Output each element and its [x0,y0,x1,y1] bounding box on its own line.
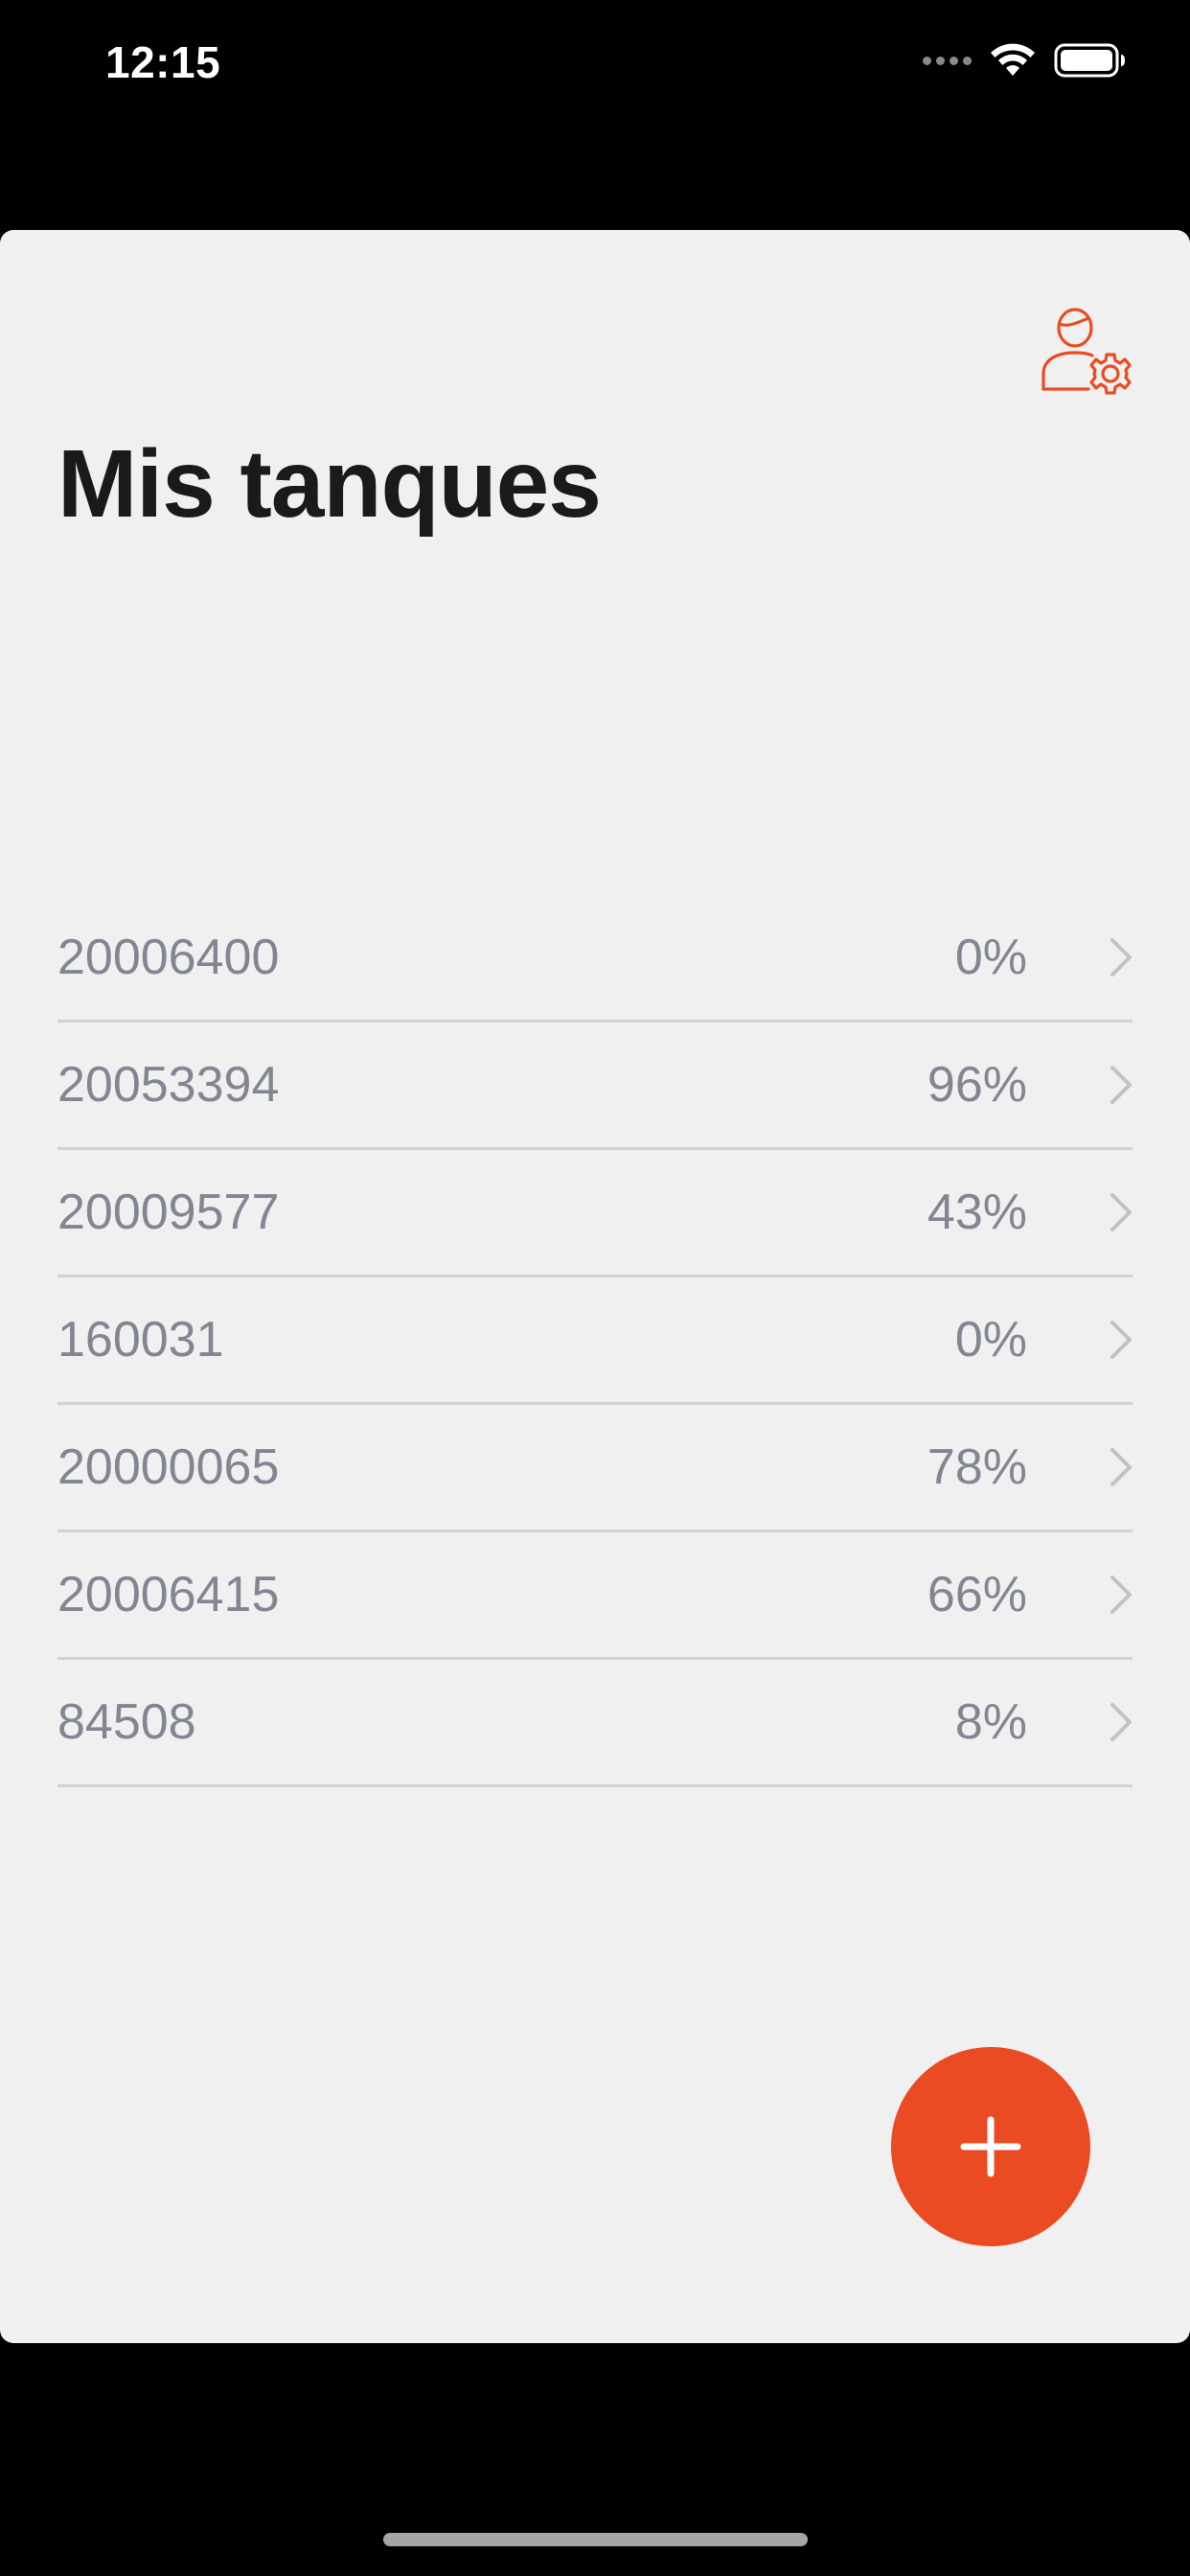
tank-id: 20000065 [57,1439,280,1495]
tank-row[interactable]: 20006400 0% [57,895,1133,1023]
wifi-icon [991,43,1035,76]
tank-level: 66% [927,1567,1027,1622]
chevron-right-icon [1110,1321,1132,1359]
tank-level: 96% [927,1057,1027,1113]
user-settings-icon [1041,308,1132,395]
chevron-right-icon [1110,1448,1132,1486]
home-indicator [383,2533,808,2546]
tank-row[interactable]: 20053394 96% [57,1023,1133,1150]
add-tank-button[interactable] [891,2047,1090,2246]
status-time: 12:15 [105,37,221,87]
battery-icon [1054,43,1125,78]
tank-level: 78% [927,1439,1027,1495]
tank-row[interactable]: 20006415 66% [57,1532,1133,1660]
status-icons [923,42,1127,79]
tank-id: 20053394 [57,1057,280,1113]
chevron-right-icon [1110,1193,1132,1231]
chevron-right-icon [1110,1576,1132,1614]
tank-level: 8% [954,1694,1027,1750]
user-settings-button[interactable] [1041,307,1136,402]
chevron-right-icon [1110,1066,1132,1104]
tank-id: 160031 [57,1312,224,1368]
plus-icon [960,2116,1021,2177]
tank-id: 84508 [57,1694,196,1750]
status-bar: 12:15 [0,0,1190,134]
tank-row[interactable]: 84508 8% [57,1660,1133,1787]
chevron-right-icon [1110,1703,1132,1741]
tank-list: 20006400 0% 20053394 96% 20009577 43% 16… [57,895,1133,1787]
page-title: Mis tanques [57,430,602,538]
tank-level: 43% [927,1184,1027,1240]
tank-id: 20006415 [57,1567,280,1622]
tank-level: 0% [954,1312,1027,1368]
tank-level: 0% [954,930,1027,985]
tank-row[interactable]: 160031 0% [57,1277,1133,1405]
tank-row[interactable]: 20009577 43% [57,1150,1133,1277]
tank-id: 20006400 [57,930,280,985]
tank-row[interactable]: 20000065 78% [57,1405,1133,1532]
tanks-sheet: Mis tanques 20006400 0% 20053394 96% 200… [0,230,1190,2343]
chevron-right-icon [1110,938,1132,977]
cellular-signal-icon [923,56,972,65]
tank-id: 20009577 [57,1184,280,1240]
